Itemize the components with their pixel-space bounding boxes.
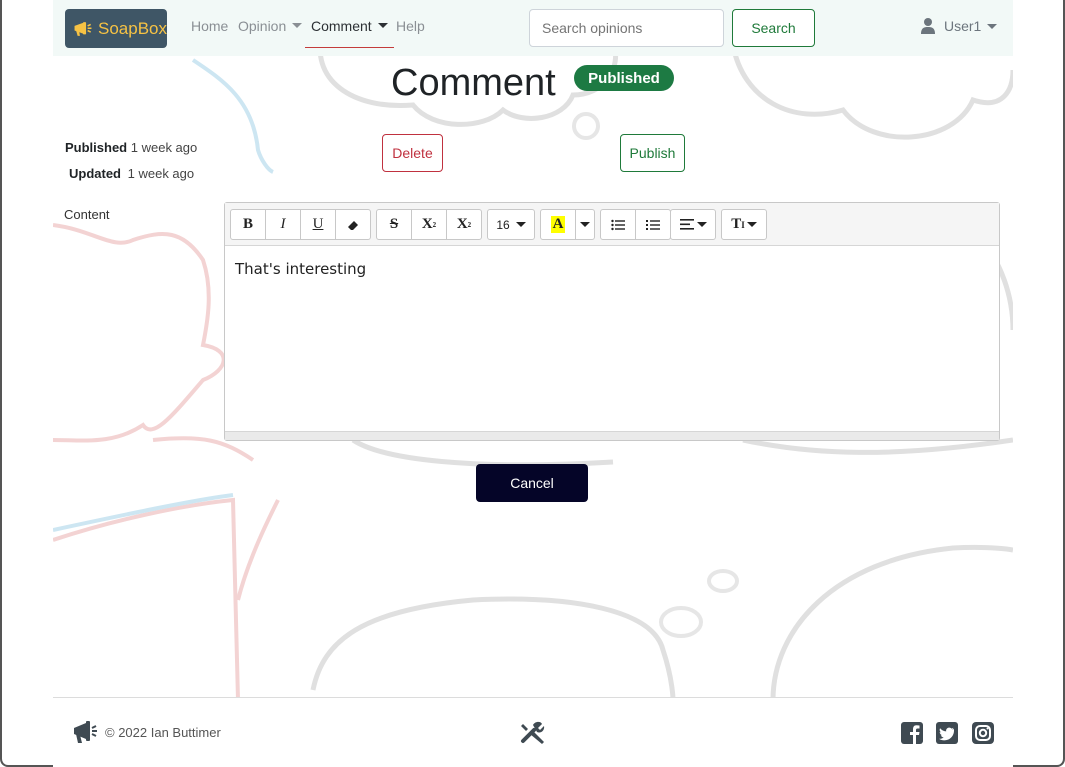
nav-home[interactable]: Home: [191, 18, 228, 48]
paragraph-align-dropdown[interactable]: [670, 209, 716, 240]
nav-opinion-dropdown[interactable]: Opinion: [238, 18, 303, 48]
chevron-down-icon: [746, 222, 757, 227]
text-style-dropdown[interactable]: TI: [721, 209, 767, 240]
chevron-down-icon: [515, 222, 526, 227]
nav-help[interactable]: Help: [396, 18, 425, 48]
unordered-list-button[interactable]: [600, 209, 636, 240]
subscript-glyph: X: [456, 216, 468, 232]
footer: © 2022 Ian Buttimer: [53, 697, 1013, 767]
underline-button[interactable]: U: [300, 209, 336, 240]
chevron-down-icon: [292, 23, 303, 28]
published-meta: Published 1 week ago: [65, 140, 197, 155]
chevron-down-icon: [696, 222, 707, 227]
text-style-glyph: T: [731, 216, 742, 232]
superscript-glyph: X: [421, 216, 433, 232]
highlight-color-dropdown[interactable]: [575, 209, 595, 240]
chevron-down-icon: [377, 23, 388, 28]
strikethrough-button[interactable]: S: [376, 209, 412, 240]
bold-button[interactable]: B: [230, 209, 266, 240]
highlight-glyph: A: [550, 216, 566, 233]
published-value: 1 week ago: [130, 140, 198, 155]
align-left-icon: [679, 219, 694, 230]
facebook-icon[interactable]: [901, 722, 923, 744]
editor-toolbar: B I U S X2 X2 16 A T I: [225, 203, 999, 246]
highlight-color-button[interactable]: A: [540, 209, 576, 240]
user-icon: [921, 18, 935, 34]
font-size-dropdown[interactable]: 16: [487, 209, 535, 240]
font-size-value: 16: [496, 217, 510, 232]
chevron-down-icon: [580, 222, 590, 227]
superscript-button[interactable]: X2: [411, 209, 447, 240]
updated-value: 1 week ago: [127, 166, 195, 181]
nav-comment-dropdown[interactable]: Comment: [305, 18, 394, 48]
instagram-icon[interactable]: [972, 722, 994, 744]
subscript-button[interactable]: X2: [446, 209, 482, 240]
editor-resize-handle[interactable]: [225, 431, 999, 440]
italic-button[interactable]: I: [265, 209, 301, 240]
bullet-list-icon: [611, 219, 625, 230]
navbar: SoapBox Home Opinion Comment Help Search…: [53, 0, 1013, 56]
megaphone-icon: [74, 721, 97, 743]
cancel-button[interactable]: Cancel: [476, 464, 588, 502]
updated-meta: Updated 1 week ago: [69, 166, 194, 181]
brand-name: SoapBox: [98, 18, 167, 38]
nav-comment-label: Comment: [311, 18, 372, 34]
published-label: Published: [65, 140, 128, 155]
search-input[interactable]: [529, 9, 724, 47]
user-name: User1: [944, 18, 982, 34]
megaphone-icon: [74, 21, 92, 36]
nav-opinion-label: Opinion: [238, 18, 287, 34]
delete-button[interactable]: Delete: [382, 134, 443, 172]
user-menu-dropdown[interactable]: User1: [921, 18, 998, 34]
brand-logo[interactable]: SoapBox: [65, 9, 167, 48]
clear-format-button[interactable]: [335, 209, 371, 240]
tools-icon[interactable]: [520, 720, 546, 746]
eraser-icon: [348, 220, 358, 230]
editor-content-area[interactable]: That's interesting: [225, 246, 999, 431]
page-container: SoapBox Home Opinion Comment Help Search…: [53, 0, 1013, 767]
twitter-icon[interactable]: [936, 722, 958, 744]
publish-button[interactable]: Publish: [620, 134, 685, 172]
page-title: Comment: [391, 62, 556, 104]
search-button[interactable]: Search: [732, 9, 815, 47]
numbered-list-icon: [646, 219, 660, 230]
rich-text-editor: B I U S X2 X2 16 A T I That's interestin…: [224, 202, 1000, 441]
updated-label: Updated: [69, 166, 121, 181]
content-label: Content: [64, 207, 110, 222]
footer-copyright: © 2022 Ian Buttimer: [105, 725, 221, 740]
status-badge: Published: [574, 65, 674, 91]
chevron-down-icon: [987, 23, 998, 29]
ordered-list-button[interactable]: [635, 209, 671, 240]
